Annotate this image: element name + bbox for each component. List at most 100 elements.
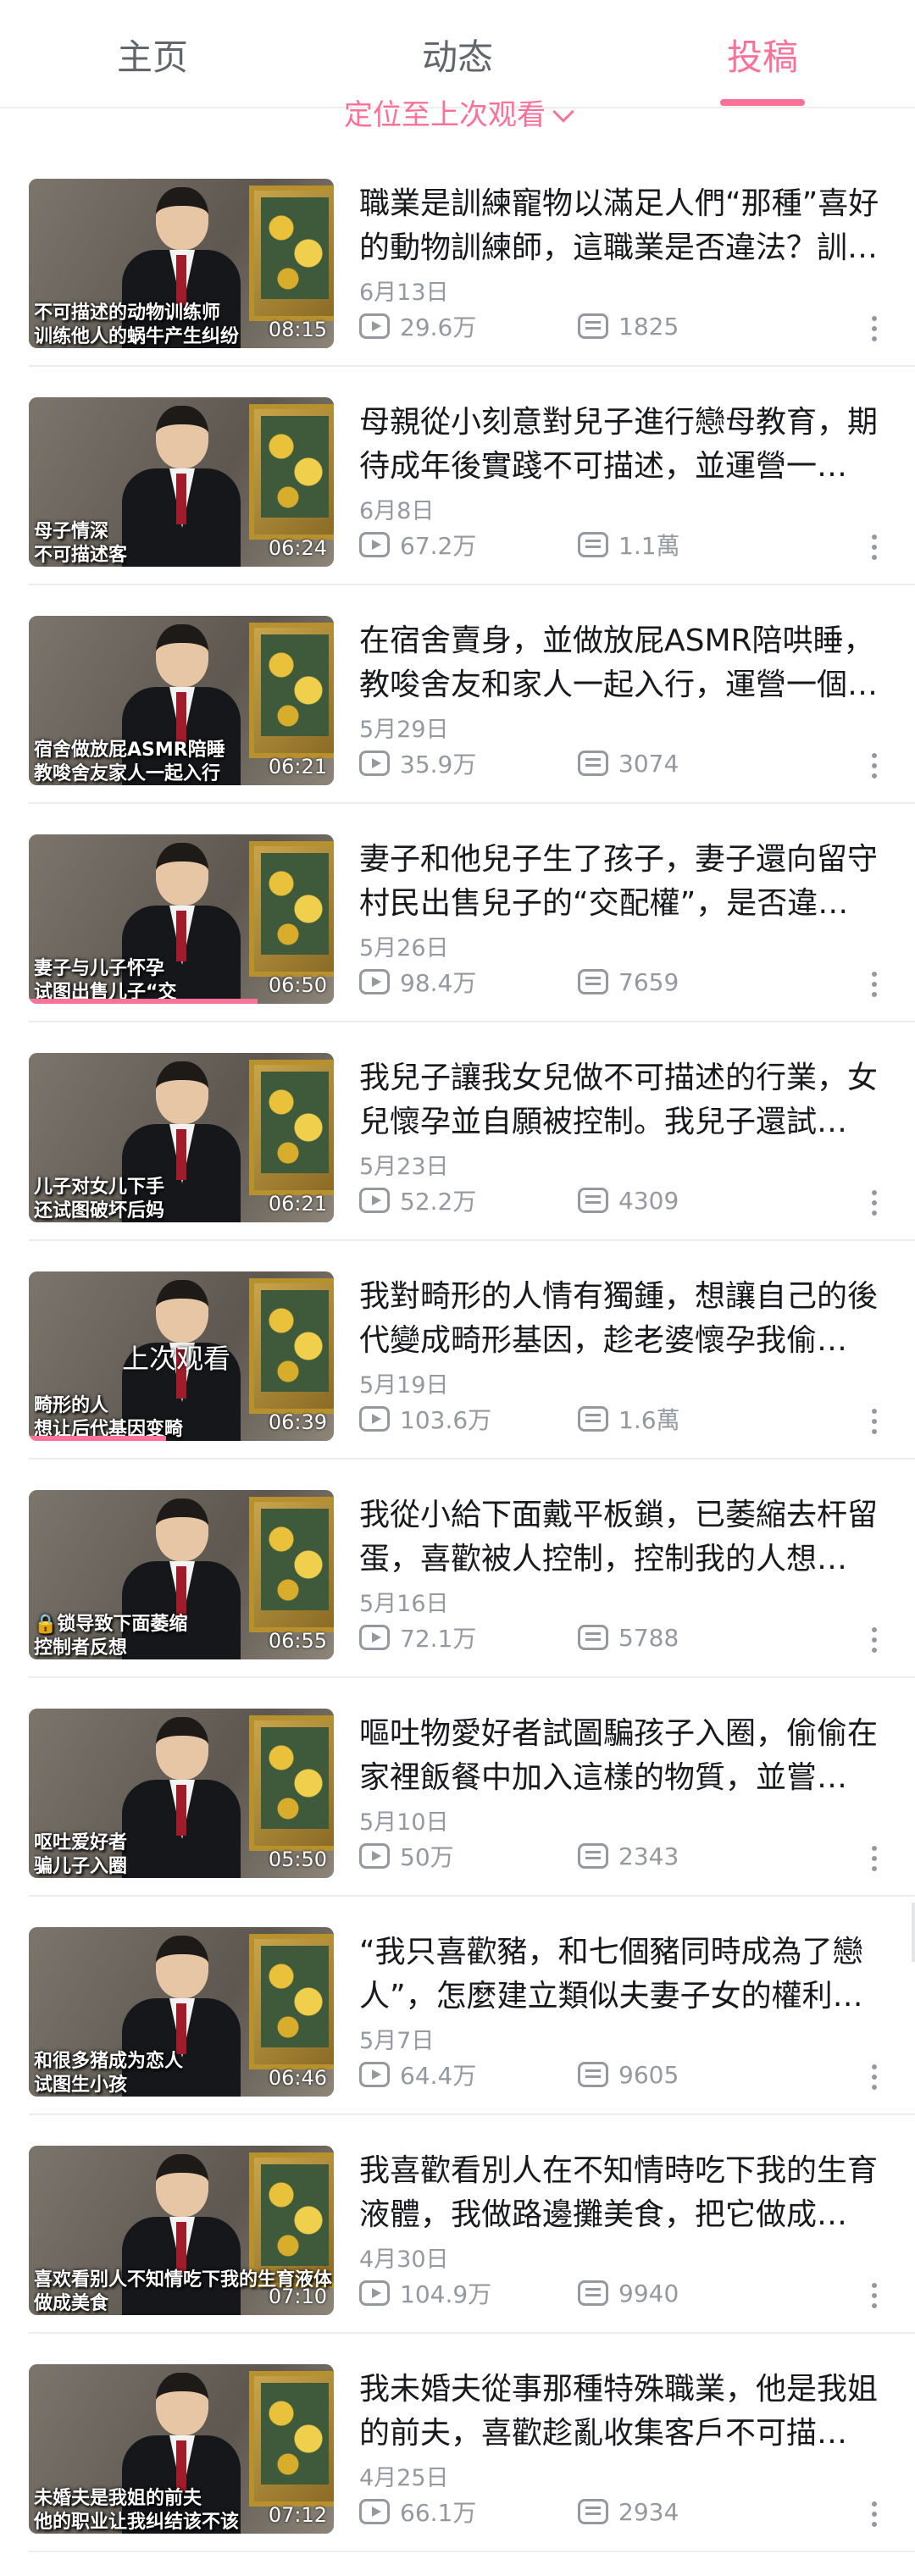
play-icon (359, 1406, 390, 1432)
upload-date: 6月8日 (359, 498, 435, 524)
video-title[interactable]: 我對畸形的人情有獨鍾，想讓自己的後代變成畸形基因，趁老婆懷孕我偷… (359, 1275, 884, 1363)
danmaku-icon (578, 1625, 608, 1650)
video-stats: 72.1万 5788 (359, 1622, 679, 1653)
more-vertical-icon[interactable] (871, 753, 878, 782)
upload-date: 5月26日 (359, 935, 449, 961)
video-list-item[interactable]: 喜欢看别人不知情吃下我的生育液体 做成美食 07:10 我喜歡看別人在不知情時吃… (0, 2115, 915, 2334)
last-watched-label: 上次观看 (122, 1343, 231, 1375)
video-duration: 07:10 (268, 2285, 327, 2308)
video-thumbnail[interactable]: 妻子与儿子怀孕 试图出售儿子“交 06:50 (29, 834, 334, 1004)
video-thumbnail[interactable]: 未婚夫是我姐的前夫 他的职业让我纠结该不该 07:12 (29, 2364, 334, 2534)
video-thumbnail[interactable]: 喜欢看别人不知情吃下我的生育液体 做成美食 07:10 (29, 2146, 334, 2315)
presenter-head (156, 1936, 208, 1998)
scrollbar[interactable] (912, 1903, 915, 1962)
presenter-head (156, 1499, 208, 1561)
danmaku-icon (578, 751, 608, 776)
video-title[interactable]: 我從小給下面戴平板鎖，已萎縮去杆留蛋，喜歡被人控制，控制我的人想… (359, 1493, 884, 1582)
danmaku-count: 2934 (618, 2497, 679, 2526)
video-title[interactable]: 母親從小刻意對兒子進行戀母教育，期待成年後實踐不可描述，並運營一… (359, 401, 884, 489)
more-vertical-icon[interactable] (871, 972, 878, 1000)
video-thumbnail[interactable]: 和很多猪成为恋人 试图生小孩 06:46 (29, 1927, 334, 2097)
more-vertical-icon[interactable] (871, 1846, 878, 1875)
presenter-figure (122, 406, 241, 567)
danmaku-count: 1.1萬 (618, 532, 680, 560)
danmaku-count: 3074 (618, 749, 679, 778)
play-icon (359, 532, 390, 557)
video-stats: 67.2万 1.1萬 (359, 529, 680, 560)
danmaku-count: 1.6萬 (618, 1406, 680, 1434)
video-list-item[interactable]: 上次观看 畸形的人 想让后代基因变畸 06:39 我對畸形的人情有獨鍾，想讓自己… (0, 1241, 915, 1460)
play-icon (359, 1843, 390, 1869)
view-count: 66.1万 (400, 2499, 477, 2527)
video-list-item[interactable]: 未婚夫是我姐的前夫 他的职业让我纠结该不该 07:12 我未婚夫從事那種特殊職業… (0, 2334, 915, 2552)
video-list-item[interactable]: 儿子对女儿下手 还试图破坏后妈 06:21 我兒子讓我女兒做不可描述的行業，女兒… (0, 1022, 915, 1241)
upload-date: 4月25日 (359, 2465, 449, 2491)
presenter-head (156, 624, 208, 687)
video-thumbnail[interactable]: 儿子对女儿下手 还试图破坏后妈 06:21 (29, 1053, 334, 1222)
video-thumbnail[interactable]: 母子情深 不可描述客 06:24 (29, 397, 334, 567)
video-list-item[interactable]: 和很多猪成为恋人 试图生小孩 06:46 “我只喜歡豬，和七個豬同時成為了戀人”… (0, 1897, 915, 2115)
sunflower-painting (261, 634, 329, 736)
more-vertical-icon[interactable] (871, 2501, 878, 2530)
locate-label: 定位至上次观看 (344, 98, 546, 132)
video-thumbnail[interactable]: 🔒锁导致下面萎缩 控制者反想 06:55 (29, 1490, 334, 1659)
play-icon (359, 969, 390, 994)
video-list-item[interactable]: 不可描述的动物训练师 训练他人的蜗牛产生纠纷 08:15 職業是訓練寵物以滿足人… (0, 148, 915, 367)
upload-date: 5月29日 (359, 717, 449, 743)
more-vertical-icon[interactable] (871, 1409, 878, 1438)
thumbnail-caption-2: 做成美食 (34, 2293, 109, 2314)
video-thumbnail[interactable]: 宿舍做放屁ASMR陪睡 教唆舍友家人一起入行 06:21 (29, 616, 334, 785)
video-title[interactable]: 嘔吐物愛好者試圖騙孩子入圈，偷偷在家裡飯餐中加入這樣的物質，並嘗… (359, 1712, 884, 1800)
sunflower-painting (261, 1290, 329, 1392)
video-title[interactable]: 我喜歡看別人在不知情時吃下我的生育液體，我做路邊攤美食，把它做成… (359, 2149, 884, 2237)
video-stats: 52.2万 4309 (359, 1185, 679, 1216)
video-title[interactable]: 職業是訓練寵物以滿足人們“那種”喜好的動物訓練師，這職業是否違法？訓… (359, 182, 884, 270)
thumbnail-caption-2: 训练他人的蜗牛产生纠纷 (34, 326, 240, 347)
video-title[interactable]: 我兒子讓我女兒做不可描述的行業，女兒懷孕並自願被控制。我兒子還試… (359, 1056, 884, 1144)
video-title[interactable]: 妻子和他兒子生了孩子，妻子還向留守村民出售兒子的“交配權”，是否違… (359, 838, 884, 926)
video-list-item[interactable]: 🔒锁导致下面萎缩 控制者反想 06:55 我從小給下面戴平板鎖，已萎縮去杆留蛋，… (0, 1460, 915, 1678)
more-vertical-icon[interactable] (871, 1627, 878, 1656)
play-icon (359, 1625, 390, 1650)
play-icon (359, 751, 390, 776)
video-list-item[interactable]: 妻子与儿子怀孕 试图出售儿子“交 06:50 妻子和他兒子生了孩子，妻子還向留守… (0, 804, 915, 1022)
more-vertical-icon[interactable] (871, 1190, 878, 1219)
video-list-item[interactable]: 呕吐爱好者 骗儿子入圈 05:50 嘔吐物愛好者試圖騙孩子入圈，偷偷在家裡飯餐中… (0, 1678, 915, 1897)
thumbnail-caption-2: 控制者反想 (34, 1637, 128, 1659)
sunflower-painting (261, 1727, 329, 1829)
danmaku-icon (578, 1843, 608, 1869)
presenter-head (156, 1061, 208, 1124)
video-thumbnail[interactable]: 不可描述的动物训练师 训练他人的蜗牛产生纠纷 08:15 (29, 179, 334, 348)
more-vertical-icon[interactable] (871, 316, 878, 345)
danmaku-icon (578, 1188, 608, 1213)
view-count: 35.9万 (400, 751, 477, 778)
more-vertical-icon[interactable] (871, 2283, 878, 2312)
more-vertical-icon[interactable] (871, 535, 878, 563)
presenter-tie (176, 1129, 186, 1180)
video-title[interactable]: “我只喜歡豬，和七個豬同時成為了戀人”，怎麼建立類似夫妻子女的權利… (359, 1931, 884, 2019)
video-thumbnail[interactable]: 呕吐爱好者 骗儿子入圈 05:50 (29, 1709, 334, 1878)
upload-date: 5月16日 (359, 1591, 449, 1617)
video-stats: 50万 2343 (359, 1841, 679, 1871)
locate-last-watched-button[interactable]: 定位至上次观看 (0, 90, 915, 141)
sunflower-painting (261, 2164, 329, 2266)
sunflower-painting (261, 2383, 329, 2485)
more-vertical-icon[interactable] (871, 2064, 878, 2093)
video-duration: 05:50 (268, 1848, 327, 1871)
video-thumbnail[interactable]: 上次观看 畸形的人 想让后代基因变畸 06:39 (29, 1271, 334, 1441)
presenter-head (156, 843, 208, 906)
danmaku-count: 7659 (618, 967, 679, 996)
view-count: 50万 (400, 1843, 454, 1871)
video-stats: 66.1万 2934 (359, 2496, 679, 2527)
upload-date: 5月19日 (359, 1372, 449, 1399)
thumbnail-caption-2: 他的职业让我纠结该不该 (34, 2512, 240, 2533)
video-title[interactable]: 我未婚夫從事那種特殊職業，他是我姐的前夫，喜歡趁亂收集客戶不可描… (359, 2368, 884, 2456)
video-list-item[interactable]: 宿舍做放屁ASMR陪睡 教唆舍友家人一起入行 06:21 在宿舍賣身，並做放屁A… (0, 585, 915, 804)
danmaku-icon (578, 313, 608, 339)
video-title[interactable]: 在宿舍賣身，並做放屁ASMR陪哄睡，教唆舍友和家人一起入行，運營一個… (359, 619, 884, 707)
view-count: 104.9万 (400, 2280, 492, 2308)
video-list-item[interactable]: 母子情深 不可描述客 06:24 母親從小刻意對兒子進行戀母教育，期待成年後實踐… (0, 367, 915, 585)
video-duration: 07:12 (268, 2503, 327, 2527)
play-icon (359, 2062, 390, 2087)
sunflower-painting (261, 1946, 329, 2047)
